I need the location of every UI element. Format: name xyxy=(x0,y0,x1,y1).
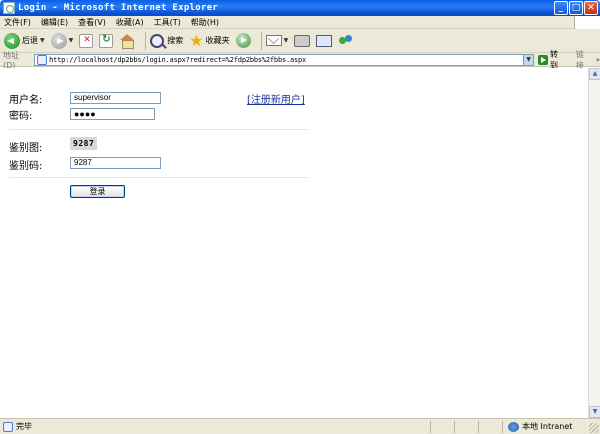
resize-grip-icon[interactable] xyxy=(589,423,599,433)
back-label: 后退 xyxy=(22,36,38,45)
ie-page-icon xyxy=(3,2,15,14)
intranet-globe-icon xyxy=(508,421,519,432)
code-label: 鉴别码: xyxy=(9,161,43,172)
menu-tools[interactable]: 工具(T) xyxy=(154,17,181,28)
code-input[interactable]: 9287 xyxy=(70,157,161,169)
mail-icon xyxy=(265,35,282,46)
minimize-button[interactable]: _ xyxy=(554,1,568,15)
page-done-icon xyxy=(3,421,13,432)
page-icon xyxy=(37,54,48,65)
password-input[interactable]: ●●●● xyxy=(70,108,155,120)
menu-edit[interactable]: 编辑(E) xyxy=(41,17,68,28)
menu-help[interactable]: 帮助(H) xyxy=(191,17,219,28)
title-bar: Login - Microsoft Internet Explorer _ □ … xyxy=(0,0,600,16)
captcha-label: 鉴别图: xyxy=(9,143,43,154)
close-button[interactable]: ✕ xyxy=(584,1,598,15)
print-button[interactable] xyxy=(294,34,311,47)
captcha-image: 9287 xyxy=(70,137,98,150)
search-button[interactable]: 搜索 xyxy=(150,33,184,48)
back-dropdown-icon[interactable]: ▼ xyxy=(40,37,45,44)
maximize-button[interactable]: □ xyxy=(569,1,583,15)
window-controls: _ □ ✕ xyxy=(554,1,598,15)
home-button[interactable] xyxy=(119,33,135,49)
forward-arrow-icon xyxy=(50,32,67,49)
mail-dropdown-icon[interactable]: ▼ xyxy=(284,37,289,44)
messenger-icon xyxy=(338,34,354,48)
search-icon xyxy=(150,33,165,48)
back-arrow-icon xyxy=(4,32,20,49)
username-label: 用户名: xyxy=(9,95,43,106)
stop-button[interactable] xyxy=(79,33,94,48)
messenger-button[interactable] xyxy=(338,34,354,48)
address-bar: 地址(D) http://localhost/dp2bbs/login.aspx… xyxy=(0,50,600,70)
search-label: 搜索 xyxy=(167,36,184,45)
menu-view[interactable]: 查看(V) xyxy=(78,17,106,28)
windows-logo xyxy=(574,16,600,29)
refresh-button[interactable] xyxy=(99,33,114,48)
status-text: 完毕 xyxy=(16,422,32,431)
register-link[interactable]: [注册新用户] xyxy=(247,91,305,106)
zone-text: 本地 Intranet xyxy=(522,422,573,431)
edit-page-icon xyxy=(316,34,333,47)
window-title: Login - Microsoft Internet Explorer xyxy=(18,3,219,13)
forward-button[interactable]: ▼ xyxy=(50,32,74,49)
forward-dropdown-icon[interactable]: ▼ xyxy=(69,37,74,44)
vertical-scrollbar[interactable]: ▲ ▼ xyxy=(588,68,600,418)
username-input[interactable]: supervisor xyxy=(70,92,161,104)
toolbar: 后退 ▼ ▼ 搜索 ★ 收藏夹 ▼ xyxy=(0,29,600,53)
address-dropdown-icon[interactable]: ▼ xyxy=(523,54,534,65)
favorites-button[interactable]: ★ 收藏夹 xyxy=(189,30,230,50)
menu-file[interactable]: 文件(F) xyxy=(4,17,31,28)
scroll-up-icon[interactable]: ▲ xyxy=(589,68,600,80)
toolbar-separator xyxy=(145,31,147,50)
divider xyxy=(9,177,308,178)
toolbar-separator xyxy=(260,31,262,50)
links-expand-icon[interactable]: » xyxy=(596,56,600,64)
refresh-icon xyxy=(99,33,114,48)
login-button[interactable]: 登录 xyxy=(70,185,125,198)
status-divider xyxy=(478,421,479,433)
home-icon xyxy=(119,33,135,49)
media-icon xyxy=(235,33,251,48)
status-bar: 完毕 本地 Intranet xyxy=(0,418,600,434)
page-content: 用户名: supervisor [注册新用户] 密码: ●●●● 鉴别图: 92… xyxy=(0,68,588,418)
address-label: 地址(D) xyxy=(3,50,19,70)
password-label: 密码: xyxy=(9,111,33,122)
address-input[interactable]: http://localhost/dp2bbs/login.aspx?redir… xyxy=(34,53,535,66)
printer-icon xyxy=(294,34,311,47)
status-divider xyxy=(430,421,431,433)
scroll-down-icon[interactable]: ▼ xyxy=(589,406,600,418)
security-zone: 本地 Intranet xyxy=(508,421,572,432)
back-button[interactable]: 后退 ▼ xyxy=(4,32,45,49)
address-url: http://localhost/dp2bbs/login.aspx?redir… xyxy=(49,55,307,64)
mail-button[interactable]: ▼ xyxy=(265,35,289,46)
divider xyxy=(9,129,308,130)
status-divider xyxy=(454,421,455,433)
edit-button[interactable] xyxy=(316,34,333,47)
status-divider xyxy=(502,421,503,433)
favorites-label: 收藏夹 xyxy=(205,36,230,45)
menu-bar: 文件(F) 编辑(E) 查看(V) 收藏(A) 工具(T) 帮助(H) xyxy=(0,16,600,29)
stop-icon xyxy=(79,33,94,48)
star-icon: ★ xyxy=(189,30,204,50)
go-arrow-icon xyxy=(538,54,549,65)
media-button[interactable] xyxy=(235,33,251,48)
menu-favorites[interactable]: 收藏(A) xyxy=(116,17,144,28)
